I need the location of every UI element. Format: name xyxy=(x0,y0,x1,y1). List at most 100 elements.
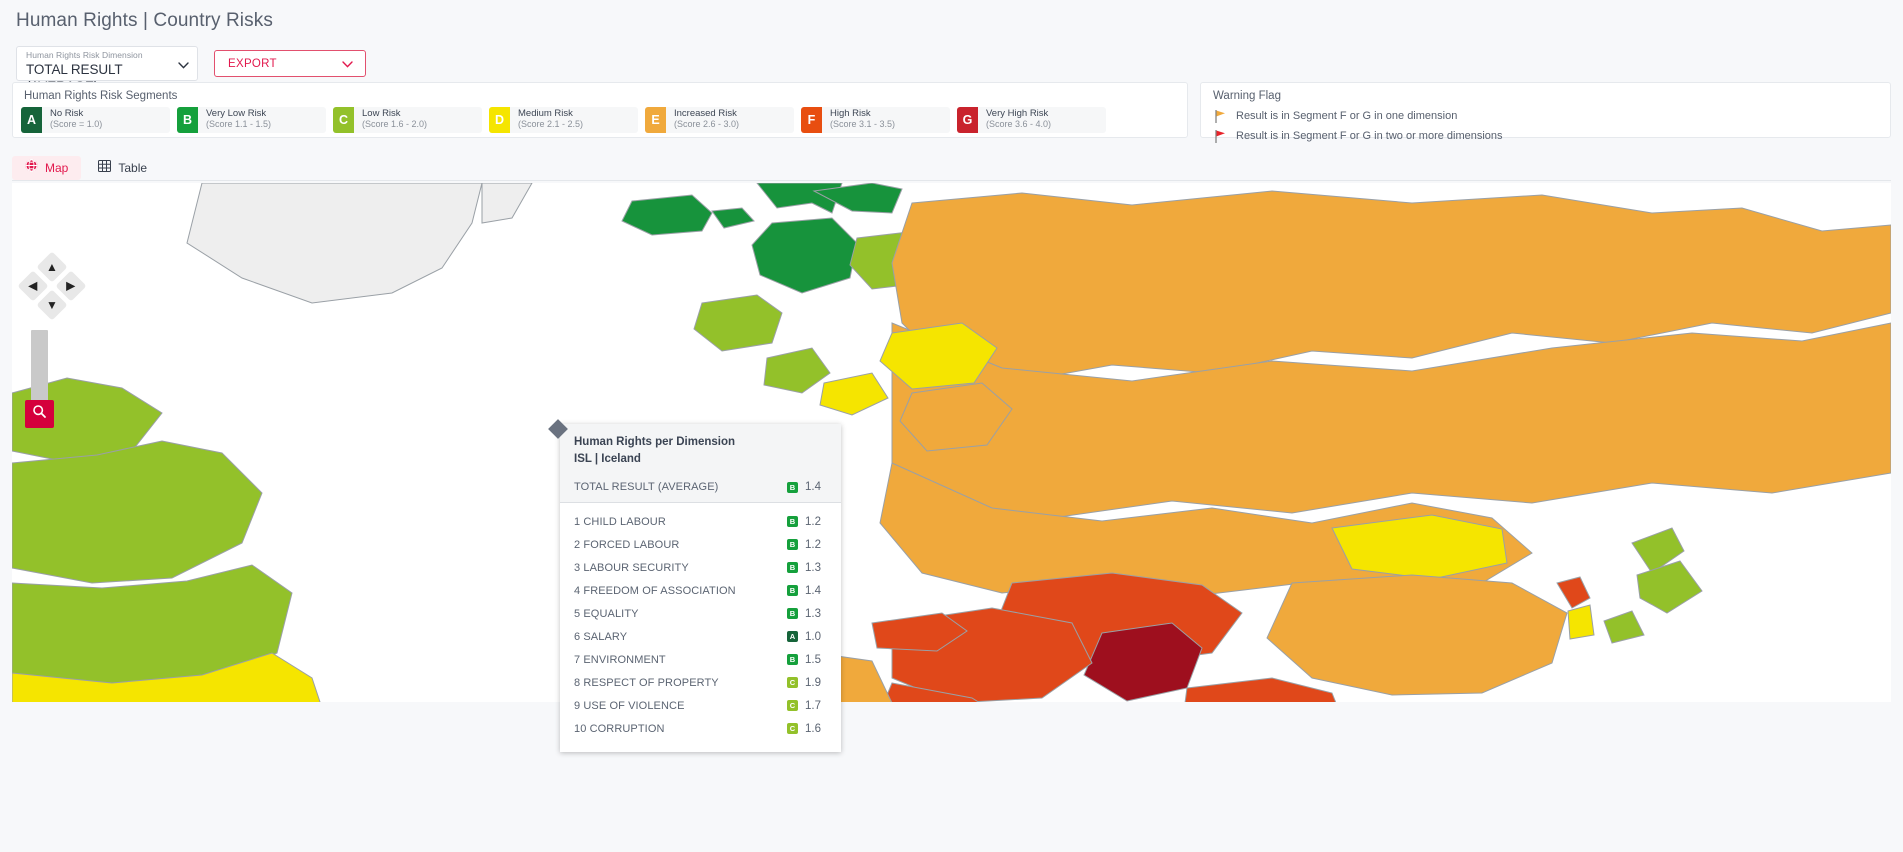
dimension-label: 5 EQUALITY xyxy=(574,607,639,620)
tooltip-dimension-row: 10 CORRUPTION C 1.6 xyxy=(574,717,827,740)
view-tabs: Map Table xyxy=(12,156,160,180)
flag-icon xyxy=(1215,109,1226,123)
map-zoom-slider-handle[interactable] xyxy=(25,400,54,428)
segment-badge: D xyxy=(489,107,510,133)
dimension-value: 1.3 xyxy=(805,607,821,620)
status-badge: A xyxy=(787,631,798,642)
export-button-label: EXPORT xyxy=(228,57,277,70)
segment-list: A No Risk (Score = 1.0) B Very Low Risk (Scor… xyxy=(21,107,1179,133)
status-badge: C xyxy=(787,677,798,688)
arrow-up-icon: ▲ xyxy=(46,259,58,274)
magnifier-icon xyxy=(32,404,47,424)
tab-map[interactable]: Map xyxy=(12,156,82,180)
segment-name: No Risk xyxy=(50,108,84,119)
app-root: Human Rights | Country Risks Human Right… xyxy=(0,0,1903,852)
segment-name: Increased Risk xyxy=(674,108,737,119)
tooltip-dimension-row: 8 RESPECT OF PROPERTY C 1.9 xyxy=(574,671,827,694)
dimension-label: 1 CHILD LABOUR xyxy=(574,515,666,528)
segment-name: Low Risk xyxy=(362,108,401,119)
tooltip-dimension-row: 9 USE OF VIOLENCE C 1.7 xyxy=(574,694,827,717)
tooltip-total-label: TOTAL RESULT (AVERAGE) xyxy=(574,481,719,493)
segment-badge: C xyxy=(333,107,354,133)
arrow-down-icon: ▼ xyxy=(46,297,58,312)
segment-score: (Score = 1.0) xyxy=(50,119,103,129)
segment-score: (Score 1.1 - 1.5) xyxy=(206,119,272,129)
dimension-label: 10 CORRUPTION xyxy=(574,722,665,735)
map-pan-controls[interactable]: ▲ ◀ ▶ ▼ xyxy=(17,251,87,321)
segment-name: High Risk xyxy=(830,108,871,119)
segment-score: (Score 3.1 - 3.5) xyxy=(830,119,896,129)
segment-b: B Very Low Risk (Score 1.1 - 1.5) xyxy=(177,107,326,133)
chevron-down-icon xyxy=(342,61,353,68)
dimension-label: 2 FORCED LABOUR xyxy=(574,538,680,551)
segment-name: Very High Risk xyxy=(986,108,1049,119)
tooltip-dimension-row: 3 LABOUR SECURITY B 1.3 xyxy=(574,556,827,579)
status-badge: B xyxy=(787,539,798,550)
dimension-value: 1.9 xyxy=(805,676,821,689)
arrow-left-icon: ◀ xyxy=(28,278,38,293)
status-badge: C xyxy=(787,723,798,734)
segment-name: Medium Risk xyxy=(518,108,573,119)
globe-icon xyxy=(25,159,38,177)
tab-table[interactable]: Table xyxy=(85,156,160,180)
chevron-down-icon xyxy=(178,62,189,69)
tooltip-dimension-row: 5 EQUALITY B 1.3 xyxy=(574,602,827,625)
map-zoom-slider-track[interactable] xyxy=(31,330,48,406)
warning-flag-item: Result is in Segment F or G in two or mo… xyxy=(1211,126,1880,146)
dimension-label: 3 LABOUR SECURITY xyxy=(574,561,689,574)
dimension-label: 9 USE OF VIOLENCE xyxy=(574,699,685,712)
page-title: Human Rights | Country Risks xyxy=(16,10,273,31)
dimension-value: 1.5 xyxy=(805,653,821,666)
segment-badge: G xyxy=(957,107,978,133)
status-badge: B xyxy=(787,585,798,596)
export-button[interactable]: EXPORT xyxy=(214,50,366,77)
segment-score: (Score 3.6 - 4.0) xyxy=(986,119,1052,129)
tooltip-dimension-list: 1 CHILD LABOUR B 1.2 2 FORCED LABOUR B 1.2 3 L… xyxy=(560,503,841,752)
risk-segments-legend: Human Rights Risk Segments A No Risk (Scor… xyxy=(12,82,1188,138)
warning-flag-text: Result is in Segment F or G in two or mo… xyxy=(1236,130,1503,142)
segment-e: E Increased Risk (Score 2.6 - 3.0) xyxy=(645,107,794,133)
world-map[interactable] xyxy=(12,183,1891,702)
tooltip-title: Human Rights per Dimension xyxy=(574,436,736,448)
status-badge: B xyxy=(787,654,798,665)
dimension-select-label: Human Rights Risk Dimension xyxy=(26,50,143,60)
tooltip-total-row: TOTAL RESULT (AVERAGE) B 1.4 xyxy=(560,475,841,503)
tab-map-label: Map xyxy=(45,161,69,175)
dimension-value: 1.7 xyxy=(805,699,821,712)
segment-g: G Very High Risk (Score 3.6 - 4.0) xyxy=(957,107,1106,133)
warning-flag-title: Warning Flag xyxy=(1213,90,1281,102)
arrow-right-icon: ▶ xyxy=(66,278,76,293)
segment-badge: B xyxy=(177,107,198,133)
flag-icon xyxy=(1215,129,1226,143)
warning-flag-list: Result is in Segment F or G in one dimen… xyxy=(1211,106,1880,146)
segment-c: C Low Risk (Score 1.6 - 2.0) xyxy=(333,107,482,133)
dimension-label: 4 FREEDOM OF ASSOCIATION xyxy=(574,584,736,597)
segment-badge: E xyxy=(645,107,666,133)
segment-name: Very Low Risk xyxy=(206,108,267,119)
segment-badge: A xyxy=(21,107,42,133)
segment-d: D Medium Risk (Score 2.1 - 2.5) xyxy=(489,107,638,133)
segment-f: F High Risk (Score 3.1 - 3.5) xyxy=(801,107,950,133)
dimension-select[interactable]: Human Rights Risk Dimension TOTAL RESULT… xyxy=(16,46,198,94)
dimension-label: 8 RESPECT OF PROPERTY xyxy=(574,676,719,689)
tab-table-label: Table xyxy=(118,161,148,175)
map-canvas[interactable] xyxy=(12,183,1891,702)
tooltip-dimension-row: 6 SALARY A 1.0 xyxy=(574,625,827,648)
warning-flag-item: Result is in Segment F or G in one dimen… xyxy=(1211,106,1880,126)
status-badge: B xyxy=(787,516,798,527)
segment-score: (Score 1.6 - 2.0) xyxy=(362,119,428,129)
segment-badge: F xyxy=(801,107,822,133)
tooltip-header: Human Rights per Dimension ISL | Iceland xyxy=(560,424,841,475)
table-icon xyxy=(98,159,112,177)
dimension-label: 7 ENVIRONMENT xyxy=(574,653,666,666)
status-badge: B xyxy=(787,562,798,573)
tabs-divider xyxy=(12,180,1891,181)
dimension-value: 1.6 xyxy=(805,722,821,735)
dimension-value: 1.2 xyxy=(805,538,821,551)
dimension-value: 1.2 xyxy=(805,515,821,528)
segment-score: (Score 2.1 - 2.5) xyxy=(518,119,584,129)
warning-flag-legend: Warning Flag Result is in Segment F or G… xyxy=(1200,82,1891,143)
status-badge: C xyxy=(787,700,798,711)
controls-row: Human Rights Risk Dimension TOTAL RESULT… xyxy=(16,46,366,94)
status-badge: B xyxy=(787,608,798,619)
